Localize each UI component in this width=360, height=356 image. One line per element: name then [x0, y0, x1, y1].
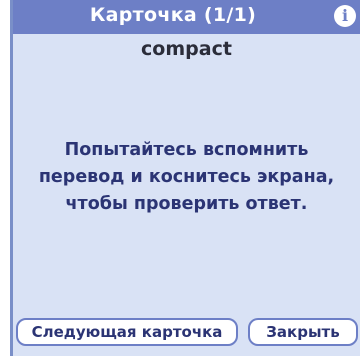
card-hint: Попытайтесь вспомнить перевод и коснитес…: [13, 137, 360, 218]
window-title: Карточка (1/1): [89, 4, 257, 26]
flashcard-screen[interactable]: Карточка (1/1) i compact Попытайтесь всп…: [10, 0, 360, 356]
close-button[interactable]: Закрыть: [248, 318, 358, 346]
hint-line-3: чтобы проверить ответ.: [65, 194, 308, 214]
hint-line-2: перевод и коснитесь экрана,: [38, 167, 335, 187]
next-card-button[interactable]: Следующая карточка: [16, 318, 238, 346]
info-icon[interactable]: i: [334, 5, 356, 27]
title-bar: Карточка (1/1) i: [13, 0, 360, 34]
hint-line-1: Попытайтесь вспомнить: [64, 140, 309, 160]
card-word: compact: [141, 38, 232, 60]
